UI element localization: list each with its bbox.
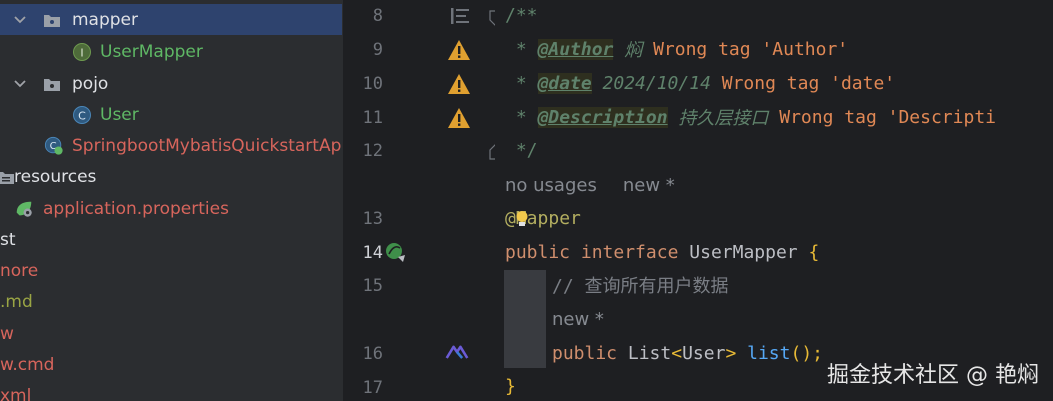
spring-properties-icon [14,199,34,219]
class-icon: C [72,105,92,125]
tree-item-label: xml [0,385,32,401]
line-number: 10 [362,74,383,94]
tree-item-gitignore[interactable]: nore [0,255,342,286]
code-editor[interactable]: /** * @Author 焖 Wrong tag 'Author' * @da… [495,0,1053,401]
doc-tag: @date [537,72,592,94]
tree-item-resources[interactable]: resources [0,161,342,192]
chevron-down-icon[interactable] [10,10,30,30]
code-line-11: * @Description 持久层接口 Wrong tag 'Descript… [505,106,996,129]
tree-item-label: st [0,229,16,250]
interface-name: UserMapper [689,241,798,263]
line-number: 9 [372,40,383,60]
tree-item-label: resources [14,166,97,187]
chevron-down-icon[interactable] [10,74,30,94]
tree-item-mapper[interactable]: mapper [0,4,342,35]
line-comment: // 查询所有用户数据 [552,276,729,297]
tree-item-help-md[interactable]: .md [0,286,342,317]
spring-boot-class-icon: C [44,136,64,156]
code-line-17: } [505,371,516,401]
doc-tag: @Description [537,106,668,128]
package-folder-icon [42,10,62,30]
line-number: 8 [372,6,383,26]
code-line-10: * @date 2024/10/14 Wrong tag 'date' [505,72,896,94]
project-tree: mapper I UserMapper pojo C User C Spring… [0,0,342,401]
code-line-15: // 查询所有用户数据 [552,270,729,300]
code-line-8: /** [505,0,538,30]
code-line-12: */ [505,135,538,165]
watermark: 掘金技术社区 @ 艳焖 [827,363,1039,388]
usages-hint[interactable]: no usages [505,175,597,196]
line-number: 16 [362,344,383,364]
tree-item-pom-xml[interactable]: xml [0,380,342,401]
mybatis-navigation-icon[interactable] [445,340,469,364]
svg-text:I: I [80,46,83,59]
tree-item-application-class[interactable]: C SpringbootMybatisQuickstartApp [0,130,342,161]
interface-icon: I [72,42,92,62]
author-hint[interactable]: new * [623,175,675,196]
tree-item-usermapper[interactable]: I UserMapper [0,36,342,67]
tree-item-label: nore [0,260,39,281]
tree-item-label: UserMapper [100,41,203,62]
implemented-icon[interactable] [383,240,407,264]
closing-brace: } [505,375,516,397]
tree-item-pojo[interactable]: pojo [0,68,342,99]
line-number: 12 [362,141,383,161]
svg-text:C: C [78,109,86,122]
usages-inlay[interactable]: no usages new * [505,170,675,200]
tree-item-test[interactable]: st [0,224,342,255]
tree-item-user[interactable]: C User [0,99,342,130]
doc-tag: @Author [537,38,614,60]
doc-comment-close: */ [505,139,538,161]
tree-item-mvnw-cmd[interactable]: w.cmd [0,349,342,380]
lightbulb-icon[interactable] [515,210,529,232]
tree-item-label: w.cmd [0,354,55,375]
doc-comment-open: /** [505,4,538,26]
line-number: 11 [362,108,383,128]
line-number: 14 [362,243,383,263]
editor-gutter: 8 9 10 11 12 13 14 15 16 17 [342,0,501,401]
warning-icon[interactable] [447,106,471,130]
inline-warning: Wrong tag 'date' [721,72,896,94]
warning-icon[interactable] [447,72,471,96]
author-inlay[interactable]: new * [552,304,604,334]
line-number: 15 [362,276,383,296]
tree-item-label: w [0,323,14,344]
code-line-14: public interface UserMapper { [505,241,820,263]
method-name: list [747,342,791,364]
tree-item-label: SpringbootMybatisQuickstartApp [72,135,342,156]
inline-warning: Wrong tag 'Author' [653,38,849,60]
tree-item-label: mapper [72,9,139,30]
tree-item-label: application.properties [43,198,229,219]
tree-item-mvnw[interactable]: w [0,318,342,349]
tree-item-label: .md [0,291,33,312]
tree-item-application-properties[interactable]: application.properties [0,193,342,224]
tree-item-label: User [100,104,139,125]
tree-item-label: pojo [72,73,109,94]
line-number: 17 [362,378,383,398]
line-number: 13 [362,209,383,229]
code-line-9: * @Author 焖 Wrong tag 'Author' [505,38,849,61]
code-line-16: public List < User > list (); [552,342,823,364]
inline-warning: Wrong tag 'Descripti [779,106,996,128]
indent-guide [504,270,546,368]
render-doc-icon[interactable] [448,4,472,28]
warning-icon[interactable] [447,38,471,62]
package-folder-icon [42,74,62,94]
